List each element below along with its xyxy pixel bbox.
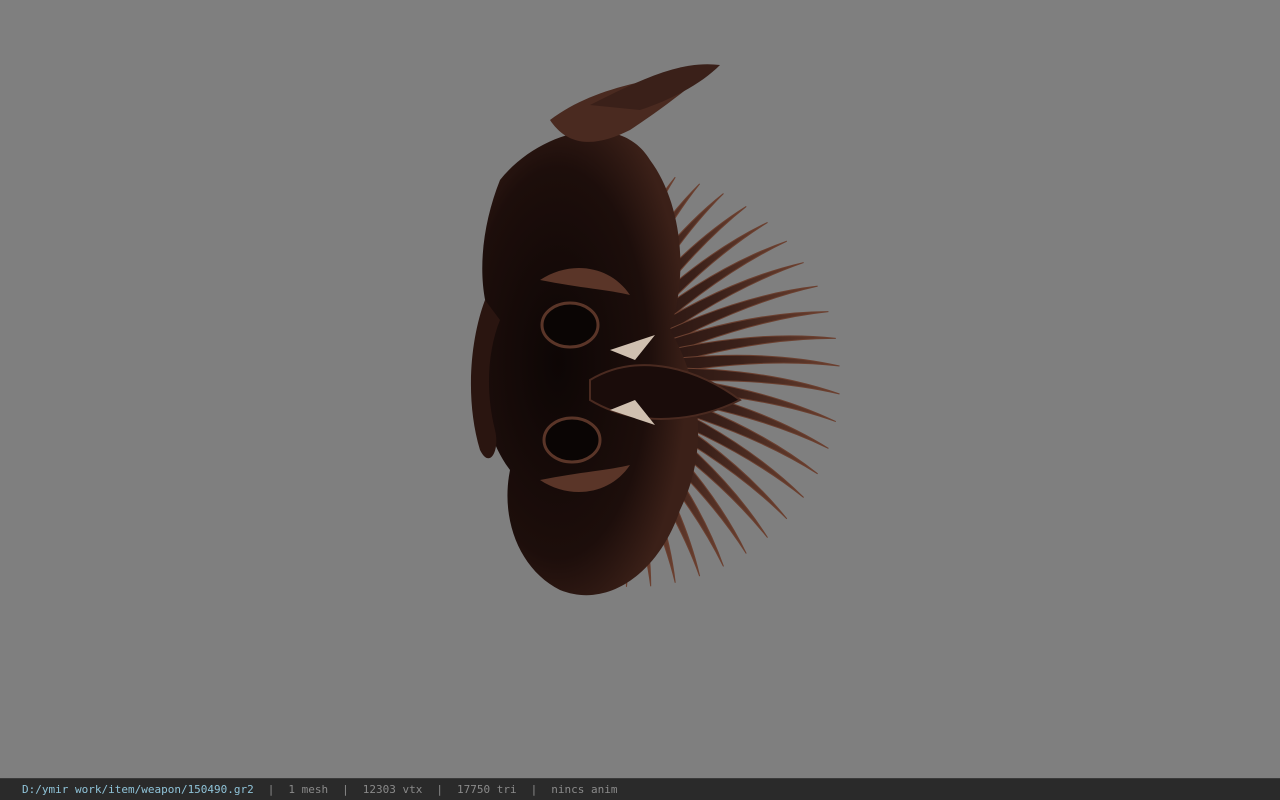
weapon-model-render[interactable] [440,50,860,710]
separator: | [267,783,275,796]
file-path: D:/ymir work/item/weapon/150490.gr2 [22,783,254,796]
vertex-count: 12303 vtx [362,783,423,796]
3d-viewport[interactable] [0,0,1280,778]
triangle-count: 17750 tri [457,783,517,796]
separator: | [436,783,444,796]
separator: | [342,783,349,796]
mesh-count: 1 mesh [288,783,329,796]
status-bar: D:/ymir work/item/weapon/150490.gr2 | 1 … [0,778,1280,800]
animation-status: nincs anim [551,783,618,796]
separator: | [530,783,538,796]
